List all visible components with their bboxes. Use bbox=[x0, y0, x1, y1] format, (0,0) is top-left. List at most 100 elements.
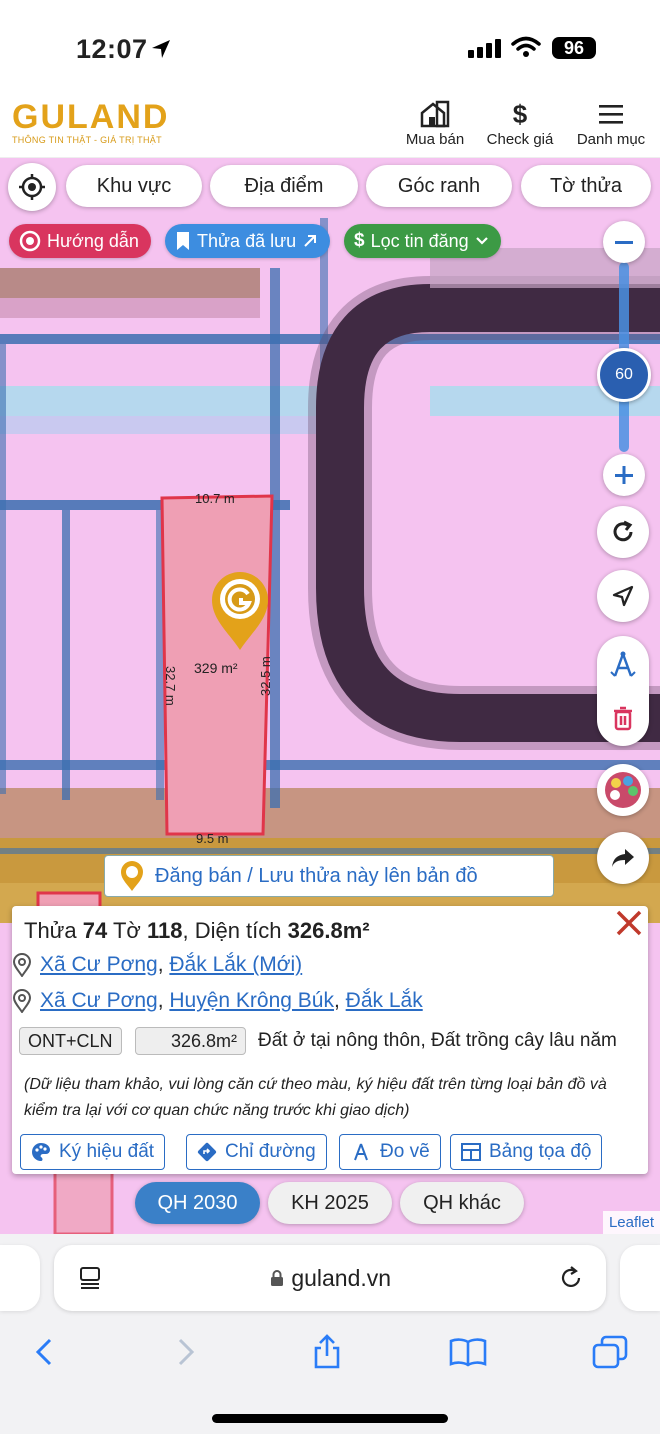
previous-tab-preview[interactable] bbox=[0, 1245, 40, 1311]
share-arrow-icon bbox=[612, 849, 634, 867]
map-attribution[interactable]: Leaflet bbox=[602, 1211, 660, 1234]
navigate-button[interactable] bbox=[597, 570, 649, 622]
zoom-out-button[interactable] bbox=[603, 221, 645, 263]
link-commune[interactable]: Xã Cư Pơng bbox=[40, 953, 158, 976]
link-province-old[interactable]: Đắk Lắk bbox=[346, 989, 423, 1012]
menu-icon bbox=[599, 105, 623, 124]
crosshair-icon bbox=[19, 174, 45, 200]
minus-icon bbox=[615, 241, 633, 244]
palette-icon bbox=[605, 772, 641, 808]
draw-measure-button[interactable] bbox=[597, 646, 649, 686]
parcel-marker-icon[interactable] bbox=[208, 568, 272, 652]
zoom-in-button[interactable] bbox=[603, 454, 645, 496]
parcel-area-label: 329 m² bbox=[194, 660, 238, 676]
palette-icon bbox=[32, 1143, 50, 1161]
tabs-icon bbox=[592, 1335, 628, 1369]
logo-slogan: THÔNG TIN THẬT - GIÁ TRỊ THẬT bbox=[12, 135, 162, 145]
coordinates-table-button[interactable]: Bảng tọa độ bbox=[450, 1134, 603, 1170]
dollar-icon: $ bbox=[512, 98, 528, 129]
directions-button[interactable]: Chỉ đường bbox=[186, 1134, 327, 1170]
guland-pin-icon bbox=[121, 861, 143, 891]
book-icon bbox=[449, 1338, 487, 1367]
guland-logo[interactable]: GULAND THÔNG TIN THẬT - GIÁ TRỊ THẬT bbox=[12, 100, 169, 145]
parcel-top-length: 10.7 m bbox=[195, 491, 235, 506]
guide-button[interactable]: Hướng dẫn bbox=[9, 224, 151, 258]
cellular-signal-icon bbox=[468, 38, 501, 58]
link-province-new[interactable]: Đắk Lắk (Mới) bbox=[169, 953, 302, 976]
filter-corner-button[interactable]: Góc ranh bbox=[366, 165, 512, 207]
filter-area-button[interactable]: Khu vực bbox=[66, 165, 202, 207]
dollar-icon: $ bbox=[354, 230, 365, 251]
disclaimer-note: (Dữ liệu tham khảo, vui lòng căn cứ theo… bbox=[24, 1076, 607, 1119]
forward-button[interactable] bbox=[166, 1332, 206, 1372]
locate-button[interactable] bbox=[8, 163, 56, 211]
status-time: 12:07 bbox=[76, 34, 148, 64]
plus-icon bbox=[615, 466, 633, 484]
land-code-badge: ONT+CLN bbox=[19, 1027, 122, 1055]
parcel-right-length: 32.5 m bbox=[258, 656, 273, 696]
directions-icon bbox=[197, 1142, 217, 1162]
measure-tool-group bbox=[597, 636, 649, 746]
land-description: Đất ở tại nông thôn, Đất trồng cây lâu n… bbox=[258, 1030, 617, 1051]
app-header: GULAND THÔNG TIN THẬT - GIÁ TRỊ THẬT Mua… bbox=[0, 92, 660, 158]
share-icon bbox=[314, 1334, 340, 1369]
land-area-badge: 326.8m² bbox=[135, 1027, 246, 1055]
tab-qh-other[interactable]: QH khác bbox=[400, 1182, 524, 1224]
share-button[interactable] bbox=[597, 832, 649, 884]
map-style-button[interactable] bbox=[597, 764, 649, 816]
location-pin-icon bbox=[12, 989, 32, 1013]
saved-parcels-button[interactable]: Thửa đã lưu bbox=[165, 224, 331, 258]
wifi-icon bbox=[511, 36, 541, 57]
back-button[interactable] bbox=[24, 1332, 64, 1372]
url-text: guland.vn bbox=[54, 1245, 606, 1311]
target-icon bbox=[19, 230, 41, 252]
status-bar: 12:07 96 bbox=[0, 0, 660, 92]
measure-button[interactable]: Đo vẽ bbox=[339, 1134, 441, 1170]
delete-drawing-button[interactable] bbox=[597, 698, 649, 738]
land-symbol-button[interactable]: Ký hiệu đất bbox=[20, 1134, 166, 1170]
tab-qh-2030[interactable]: QH 2030 bbox=[135, 1182, 260, 1224]
compass-draw-icon bbox=[354, 1143, 368, 1161]
navigation-arrow-icon bbox=[612, 585, 634, 607]
chevron-right-icon bbox=[178, 1338, 195, 1366]
parcel-left-length: 32.7 m bbox=[163, 666, 178, 706]
check-price-button[interactable]: $ Check giá bbox=[482, 98, 558, 149]
table-icon bbox=[461, 1143, 481, 1161]
lock-icon bbox=[270, 1270, 283, 1286]
parcel-bottom-length: 9.5 m bbox=[196, 831, 229, 846]
link-commune-old[interactable]: Xã Cư Pơng bbox=[40, 989, 158, 1012]
location-arrow-icon bbox=[152, 40, 170, 58]
address-bar[interactable]: guland.vn bbox=[54, 1245, 606, 1311]
refresh-icon bbox=[613, 520, 633, 542]
browser-toolbar: guland.vn bbox=[0, 1234, 660, 1434]
bookmark-icon bbox=[177, 232, 189, 250]
post-parcel-button[interactable]: Đăng bán / Lưu thửa này lên bản đồ bbox=[104, 855, 554, 897]
address-old: Xã Cư Pơng, Huyện Krông Búk, Đắk Lắk bbox=[12, 989, 423, 1013]
house-icon bbox=[420, 100, 450, 128]
filter-sheet-parcel-button[interactable]: Tờ thửa bbox=[521, 165, 651, 207]
filter-place-button[interactable]: Địa điểm bbox=[210, 165, 358, 207]
location-pin-icon bbox=[12, 953, 32, 977]
parcel-title: Thửa 74 Tờ 118, Diện tích 326.8m² bbox=[24, 918, 370, 943]
refresh-button[interactable] bbox=[597, 506, 649, 558]
chevron-left-icon bbox=[35, 1338, 52, 1366]
address-new: Xã Cư Pơng, Đắk Lắk (Mới) bbox=[12, 953, 302, 977]
logo-text: GULAND bbox=[12, 98, 170, 136]
next-tab-preview[interactable] bbox=[620, 1245, 660, 1311]
link-district[interactable]: Huyện Krông Búk bbox=[169, 989, 334, 1012]
close-icon[interactable] bbox=[614, 908, 644, 938]
reload-icon[interactable] bbox=[558, 1265, 584, 1291]
battery-indicator: 96 bbox=[552, 37, 596, 59]
share-sheet-button[interactable] bbox=[307, 1332, 347, 1372]
home-indicator bbox=[212, 1414, 448, 1423]
compass-draw-icon bbox=[610, 651, 636, 677]
menu-button[interactable]: Danh mục bbox=[572, 100, 650, 148]
zoom-level-handle[interactable]: 60 bbox=[597, 348, 651, 402]
external-arrow-icon bbox=[304, 235, 317, 247]
tab-kh-2025[interactable]: KH 2025 bbox=[268, 1182, 392, 1224]
trash-icon bbox=[614, 706, 632, 731]
bookmarks-button[interactable] bbox=[448, 1332, 488, 1372]
tabs-button[interactable] bbox=[590, 1332, 630, 1372]
buy-sell-button[interactable]: Mua bán bbox=[400, 100, 470, 148]
filter-posts-button[interactable]: $ Lọc tin đăng bbox=[344, 224, 501, 258]
